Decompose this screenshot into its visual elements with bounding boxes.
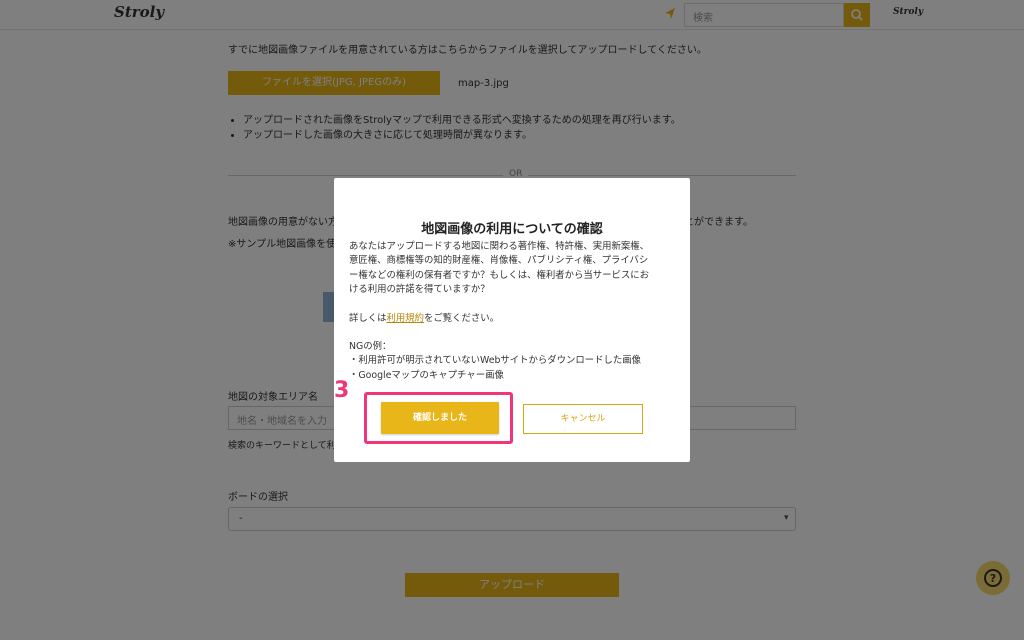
dialog-text-line: ー権などの権利の保有者ですか？もしくは、権利者から当サービスにお: [349, 269, 650, 281]
terms-link[interactable]: 利用規約: [387, 313, 425, 324]
dialog-detail-line: 詳しくは利用規約をご覧ください。: [349, 312, 675, 326]
dialog-body: あなたはアップロードする地図に関わる著作権、特許権、実用新案権、 意匠権、商標権…: [349, 240, 675, 383]
detail-prefix: 詳しくは: [349, 312, 387, 324]
step-number: 3: [334, 378, 350, 403]
ng-title: NGの例：: [349, 341, 392, 353]
dialog-title: 地図画像の利用についての確認: [421, 222, 603, 237]
step-highlight-box: [364, 392, 513, 444]
detail-suffix: をご覧ください。: [424, 312, 500, 324]
ng-item: ・Googleマップのキャプチャー画像: [349, 369, 504, 381]
dialog-text-line: ける利用の許諾を得ていますか？: [349, 284, 490, 296]
dialog-text-line: あなたはアップロードする地図に関わる著作権、特許権、実用新案権、: [349, 241, 650, 252]
ng-item: ・利用許可が明示されていないWebサイトからダウンロードした画像: [349, 355, 642, 367]
cancel-button[interactable]: キャンセル: [523, 404, 643, 434]
dialog-text-line: 意匠権、商標権等の知的財産権、肖像権、パブリシティ権、プライバシ: [349, 255, 649, 267]
